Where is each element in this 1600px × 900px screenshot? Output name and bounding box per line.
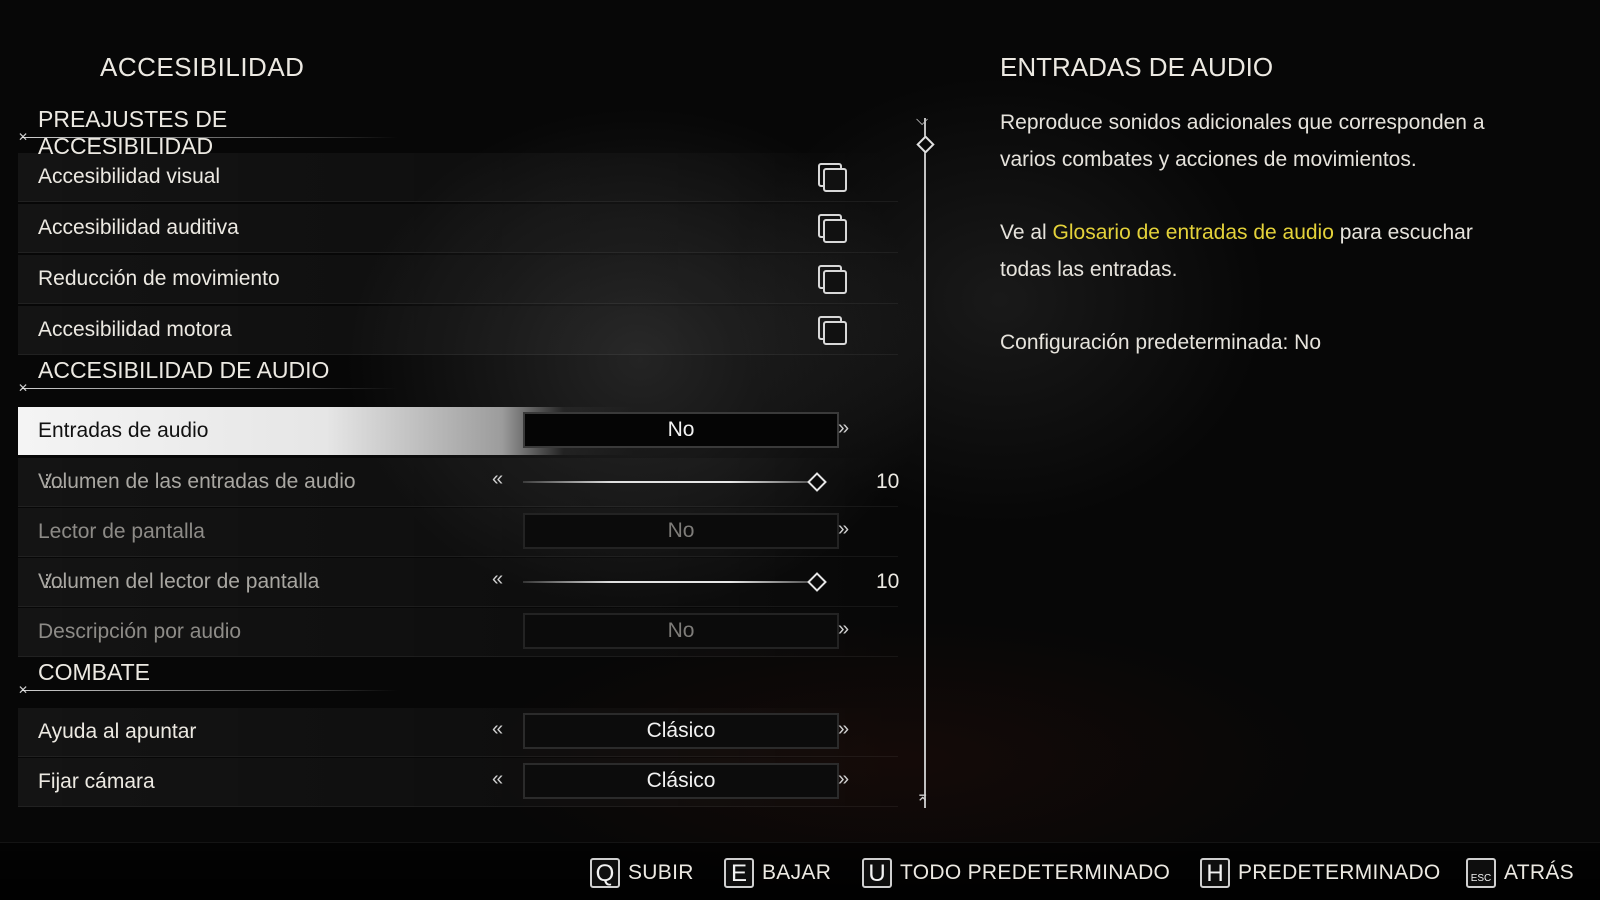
- screen-reader-volume-slider[interactable]: [523, 581, 819, 583]
- row-label: Reducción de movimiento: [38, 267, 280, 290]
- preset-row-motion[interactable]: Reducción de movimiento: [18, 255, 898, 304]
- section-label: COMBATE: [38, 659, 151, 685]
- next-option-icon[interactable]: »: [838, 518, 849, 541]
- next-option-icon[interactable]: »: [838, 417, 849, 440]
- slider-value: 10: [876, 470, 900, 493]
- preset-row-hearing[interactable]: Accesibilidad auditiva: [18, 204, 898, 253]
- row-label: Volumen de las entradas de audio: [38, 470, 356, 493]
- glossary-prefix: Ve al: [1000, 221, 1053, 244]
- next-option-icon[interactable]: »: [838, 618, 849, 641]
- next-option-icon[interactable]: »: [838, 768, 849, 791]
- footer-hints: Q SUBIR E BAJAR U TODO PREDETERMINADO H …: [0, 842, 1600, 900]
- previous-option-icon[interactable]: «: [492, 768, 503, 791]
- row-label: Accesibilidad visual: [38, 165, 221, 188]
- scroll-top-cap-icon: ⌵: [916, 112, 929, 129]
- audio-cues-value[interactable]: No: [523, 412, 839, 448]
- hint-label: PREDETERMINADO: [1238, 861, 1441, 884]
- scrollbar[interactable]: [924, 118, 926, 808]
- hint-label: TODO PREDETERMINADO: [900, 861, 1171, 884]
- info-glossary-text: Ve al Glosario de entradas de audio para…: [1000, 214, 1520, 288]
- hint-label: SUBIR: [628, 861, 694, 884]
- row-label: Ayuda al apuntar: [38, 720, 197, 743]
- hint-label: BAJAR: [762, 861, 832, 884]
- setting-row-aim-assist[interactable]: Ayuda al apuntar « Clásico »: [18, 708, 898, 757]
- preset-row-visual[interactable]: Accesibilidad visual: [18, 153, 898, 202]
- hint-reset-default[interactable]: H PREDETERMINADO: [1200, 856, 1441, 890]
- row-label: Lector de pantalla: [38, 520, 205, 543]
- row-label: Volumen del lector de pantalla: [38, 570, 320, 593]
- section-header-audio: ACCESIBILIDAD DE AUDIO ✕: [18, 357, 398, 395]
- hint-label: ATRÁS: [1504, 861, 1574, 884]
- row-label: Accesibilidad motora: [38, 318, 232, 341]
- open-submenu-icon: [818, 163, 847, 192]
- aim-assist-value[interactable]: Clásico: [523, 713, 839, 749]
- audio-cues-volume-slider[interactable]: [523, 481, 819, 483]
- settings-screen: ACCESIBILIDAD PREAJUSTES DE ACCESIBILIDA…: [0, 0, 1600, 900]
- info-title: ENTRADAS DE AUDIO: [1000, 52, 1274, 82]
- section-header-presets: PREAJUSTES DE ACCESIBILIDAD ✕: [18, 106, 398, 159]
- section-label: PREAJUSTES DE ACCESIBILIDAD: [38, 106, 228, 159]
- section-divider: [22, 690, 398, 691]
- key-icon: ESC: [1466, 858, 1496, 888]
- row-label: Fijar cámara: [38, 770, 155, 793]
- scroll-thumb[interactable]: [916, 135, 935, 154]
- setting-row-audio-cues-volume[interactable]: Volumen de las entradas de audio « 10: [18, 458, 900, 507]
- section-divider: [22, 137, 398, 138]
- decrease-icon[interactable]: «: [492, 468, 503, 491]
- screen-reader-value[interactable]: No: [523, 513, 839, 549]
- lock-camera-value[interactable]: Clásico: [523, 763, 839, 799]
- page-title: ACCESIBILIDAD: [100, 52, 305, 82]
- scroll-bottom-cap-icon: ⌅: [916, 788, 930, 805]
- setting-row-audio-description[interactable]: Descripción por audio No »: [18, 608, 898, 657]
- open-submenu-icon: [818, 214, 847, 243]
- setting-row-screen-reader-volume[interactable]: Volumen del lector de pantalla « 10: [18, 558, 900, 607]
- row-label: Entradas de audio: [38, 419, 209, 442]
- decrease-icon[interactable]: «: [492, 568, 503, 591]
- hint-back[interactable]: ESC ATRÁS: [1466, 856, 1574, 890]
- info-default-setting: Configuración predeterminada: No: [1000, 331, 1322, 354]
- setting-row-audio-cues[interactable]: Entradas de audio No »: [18, 407, 898, 455]
- hint-move-down[interactable]: E BAJAR: [724, 856, 831, 890]
- section-divider: [22, 388, 398, 389]
- open-submenu-icon: [818, 316, 847, 345]
- key-icon: E: [724, 858, 754, 888]
- hint-move-up[interactable]: Q SUBIR: [590, 856, 694, 890]
- info-description: Reproduce sonidos adicionales que corres…: [1000, 111, 1485, 171]
- section-header-combat: COMBATE ✕: [18, 659, 398, 697]
- setting-row-screen-reader[interactable]: Lector de pantalla No »: [18, 508, 898, 557]
- section-label: ACCESIBILIDAD DE AUDIO: [38, 357, 330, 383]
- row-label: Accesibilidad auditiva: [38, 216, 239, 239]
- glossary-link[interactable]: Glosario de entradas de audio: [1053, 221, 1334, 244]
- slider-value: 10: [876, 570, 900, 593]
- audio-description-value[interactable]: No: [523, 613, 839, 649]
- row-label: Descripción por audio: [38, 620, 242, 643]
- previous-option-icon[interactable]: «: [492, 718, 503, 741]
- open-submenu-icon: [818, 265, 847, 294]
- key-icon: Q: [590, 858, 620, 888]
- slider-thumb[interactable]: [807, 572, 827, 592]
- setting-row-lock-camera[interactable]: Fijar cámara « Clásico »: [18, 758, 898, 807]
- next-option-icon[interactable]: »: [838, 718, 849, 741]
- hint-reset-all[interactable]: U TODO PREDETERMINADO: [862, 856, 1170, 890]
- slider-thumb[interactable]: [807, 472, 827, 492]
- key-icon: U: [862, 858, 892, 888]
- preset-row-motor[interactable]: Accesibilidad motora: [18, 306, 898, 355]
- key-icon: H: [1200, 858, 1230, 888]
